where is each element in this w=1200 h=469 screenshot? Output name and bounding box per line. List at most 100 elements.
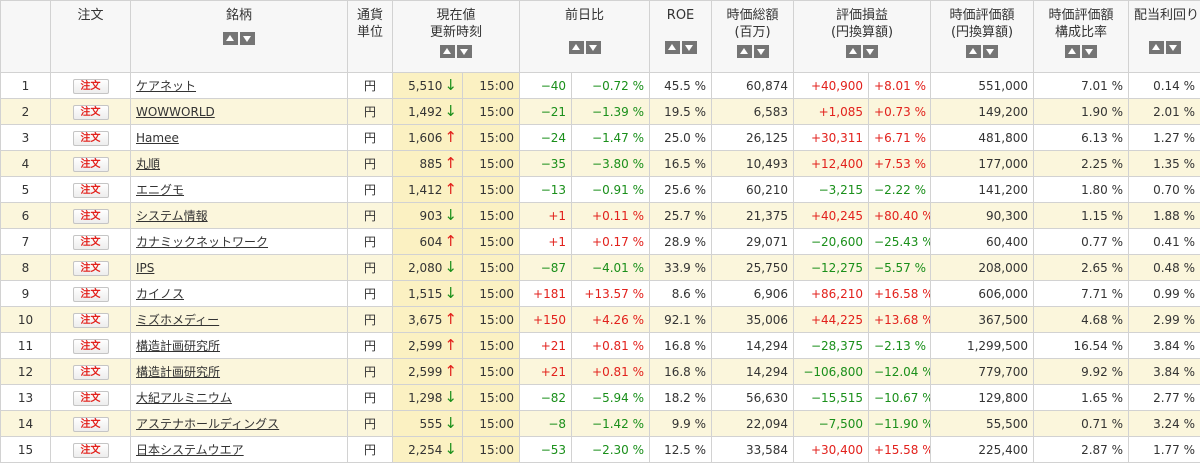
price-cell: 2,254 ↓ [392,436,463,463]
order-button[interactable]: 注文 [72,312,109,328]
stock-name-link[interactable]: エニグモ [136,183,184,197]
currency-cell: 円 [347,332,393,359]
stock-name-link[interactable]: アステナホールディングス [136,417,279,431]
order-button[interactable]: 注文 [72,390,109,406]
order-button[interactable]: 注文 [72,260,109,276]
stock-name-link[interactable]: カナミックネットワーク [136,235,268,249]
row-number: 2 [0,98,51,125]
dividend-yield: 1.35 % [1128,150,1200,177]
change-amount: −35 [519,150,573,177]
sort-desc-icon[interactable] [585,41,601,54]
currency-cell: 円 [347,98,393,125]
row-number: 15 [0,436,51,463]
dividend-yield: 1.88 % [1128,202,1200,229]
market-cap-value: 10,493 [711,150,795,177]
stock-name-link[interactable]: ケアネット [136,79,196,93]
sort-asc-icon[interactable] [1065,45,1081,58]
update-time: 15:00 [461,436,521,463]
stock-name-link[interactable]: 丸順 [136,157,160,171]
dividend-yield: 0.70 % [1128,176,1200,203]
sort-asc-icon[interactable] [664,41,680,54]
sort-desc-icon[interactable] [681,41,697,54]
sort-asc-icon[interactable] [846,45,862,58]
sort-asc-icon[interactable] [736,45,752,58]
current-price: 885 [419,156,443,171]
order-button[interactable]: 注文 [72,130,109,146]
dividend-yield: 3.24 % [1128,410,1200,437]
order-button[interactable]: 注文 [72,416,109,432]
roe-value: 28.9 % [649,228,713,255]
order-button[interactable]: 注文 [72,286,109,302]
sort-desc-icon[interactable] [983,45,999,58]
stock-name-link[interactable]: IPS [136,261,154,275]
sort-asc-icon[interactable] [1148,41,1164,54]
stock-name-link[interactable]: WOWWORLD [136,105,215,119]
update-time: 15:00 [461,72,521,99]
sort-desc-icon[interactable] [863,45,879,58]
sort-asc-icon[interactable] [568,41,584,54]
stock-name-link[interactable]: 大紀アルミニウム [136,391,232,405]
order-button[interactable]: 注文 [72,364,109,380]
ratio-value: 7.71 % [1033,280,1130,307]
sort-desc-icon[interactable] [753,45,769,58]
table-row: 6 注文 システム情報 円 903 ↓ 15:00 +1 +0.11 % 25.7… [0,202,1200,229]
order-button[interactable]: 注文 [72,156,109,172]
market-cap-value: 6,906 [711,280,795,307]
stock-name-cell: ミズホメディー [130,306,348,333]
sort-desc-icon[interactable] [240,32,255,45]
profit-loss-amount: +86,210 [793,280,870,307]
sort-asc-icon[interactable] [966,45,982,58]
roe-value: 92.1 % [649,306,713,333]
change-amount: −8 [519,410,573,437]
change-amount: +1 [519,202,573,229]
change-percent: +13.57 % [571,280,651,307]
profit-loss-amount: −7,500 [793,410,870,437]
order-button[interactable]: 注文 [72,234,109,250]
order-button[interactable]: 注文 [72,78,109,94]
order-button[interactable]: 注文 [72,442,109,458]
sort-asc-icon[interactable] [440,45,455,58]
row-number: 9 [0,280,51,307]
arrow-down-icon: ↓ [444,283,457,302]
profit-loss-percent: −2.13 % [868,332,932,359]
row-number: 1 [0,72,51,99]
order-button[interactable]: 注文 [72,104,109,120]
profit-loss-amount: +44,225 [793,306,870,333]
profit-loss-percent: +13.68 % [868,306,932,333]
market-cap-value: 21,375 [711,202,795,229]
valuation-value: 208,000 [930,254,1035,281]
sort-desc-icon[interactable] [457,45,472,58]
row-number: 3 [0,124,51,151]
sort-asc-icon[interactable] [223,32,238,45]
roe-value: 16.5 % [649,150,713,177]
stock-name-link[interactable]: Hamee [136,131,179,145]
header-valuation: 時価評価額 (円換算額) [930,0,1035,73]
stock-name-link[interactable]: 構造計画研究所 [136,365,220,379]
profit-loss-amount: +40,900 [793,72,870,99]
row-number: 6 [0,202,51,229]
stock-name-link[interactable]: ミズホメディー [136,313,219,327]
table-header-row: 注文 銘柄 通貨 単位 現在値 更新時刻 前日比 ROE 時価総額 (百万) 評… [0,0,1200,73]
stock-name-link[interactable]: システム情報 [136,209,208,223]
profit-loss-percent: −5.57 % [868,254,932,281]
roe-value: 16.8 % [649,358,713,385]
market-cap-value: 60,210 [711,176,795,203]
current-price: 1,298 [408,390,443,405]
sort-desc-icon[interactable] [1082,45,1098,58]
market-cap-value: 29,071 [711,228,795,255]
stock-name-link[interactable]: 構造計画研究所 [136,339,220,353]
order-button[interactable]: 注文 [72,182,109,198]
order-button[interactable]: 注文 [72,208,109,224]
price-cell: 1,492 ↓ [392,98,463,125]
order-button[interactable]: 注文 [72,338,109,354]
roe-value: 8.6 % [649,280,713,307]
stock-name-link[interactable]: 日本システムウエア [136,443,244,457]
arrow-down-icon: ↓ [444,413,457,432]
price-cell: 885 ↑ [392,150,463,177]
header-ratio: 時価評価額 構成比率 [1033,0,1130,73]
header-currency: 通貨 単位 [347,0,393,73]
dividend-yield: 1.77 % [1128,436,1200,463]
sort-desc-icon[interactable] [1165,41,1181,54]
stock-name-link[interactable]: カイノス [136,287,184,301]
ratio-value: 1.65 % [1033,384,1130,411]
